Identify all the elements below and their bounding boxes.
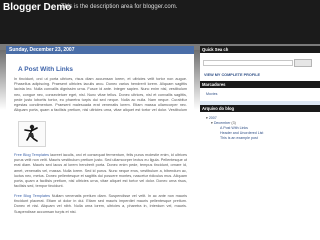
main-column: Sunday, December 23, 2007 A Post With Li… [6,46,194,240]
sidebar: Quick Sea ch VIEW MY COMPLETE PROFILE Ma… [200,46,320,240]
expand-triangle-icon[interactable]: ▾ [211,121,213,125]
post-paragraph-2: Free Blog Templates laoreet iaculis, orc… [14,153,187,191]
marcadores-heading: Marcadores [200,81,320,88]
free-blog-templates-link-2[interactable]: Free Blog Templates [14,194,50,198]
blog-header: Blogger Demo This is the description are… [0,0,320,44]
free-blog-templates-link-1[interactable]: Free Blog Templates [14,153,49,157]
blog-archive-list: ▾ 2007 ▾ December (3) A Post With Links … [200,112,320,147]
search-input[interactable] [203,60,293,66]
post-paragraph-1: In tincidunt, orci ut porta ultrices, ri… [14,77,187,113]
search-button[interactable] [294,59,312,67]
archive-month-label[interactable]: December [214,121,231,125]
expand-triangle-icon[interactable]: ▾ [206,116,208,120]
post-paragraph-3: Free Blog Templates Nullam venenatis pre… [14,194,187,220]
archive-month-count: (3) [231,121,236,125]
post-image[interactable] [18,121,46,147]
blog-description: This is the description area for blogger… [61,4,178,10]
quick-search-box [200,53,320,69]
view-complete-profile-link[interactable]: VIEW MY COMPLETE PROFILE [200,69,320,81]
post-date: Sunday, December 23, 2007 [6,46,194,54]
blog-archive-heading: Arquivo do blog [200,105,320,112]
archive-post-link[interactable]: This is an example post [206,136,320,141]
quick-search-heading: Quick Sea ch [200,46,320,53]
label-item-movies[interactable]: Movies [200,88,320,101]
post-title[interactable]: A Post With Links [18,66,194,73]
archive-year-label[interactable]: 2007 [209,116,217,120]
dancer-image-icon [24,124,38,142]
post-paragraph-2-text: laoreet iaculis, orci et consequat ferme… [14,153,187,189]
